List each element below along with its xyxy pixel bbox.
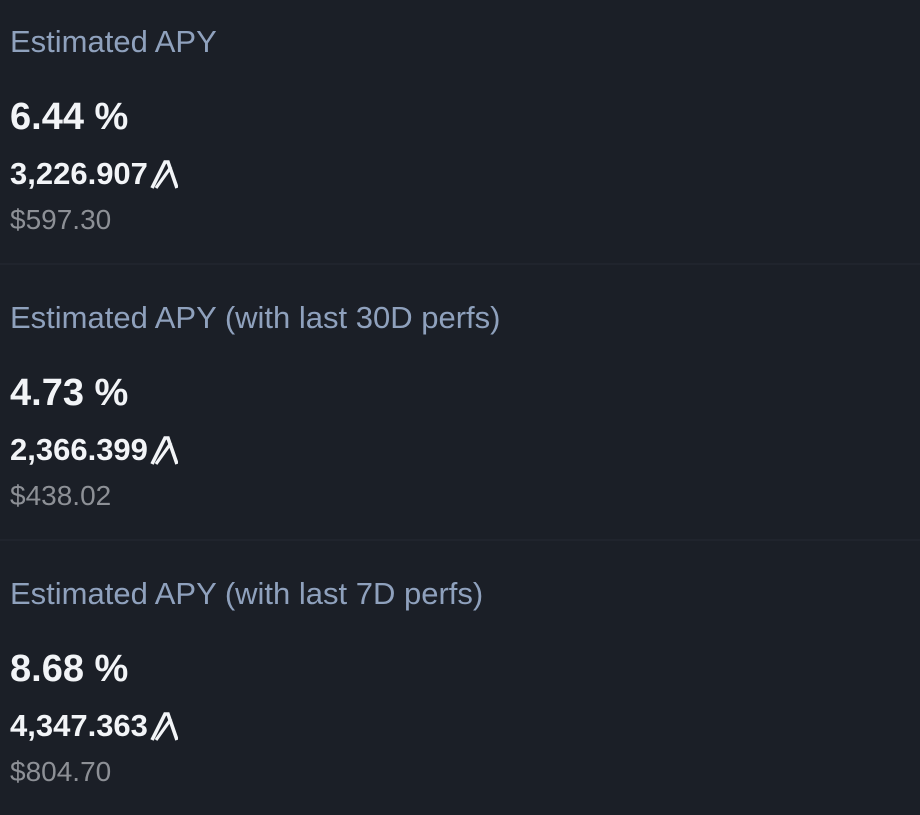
- section-divider: [0, 263, 920, 265]
- apy-usd-value: $438.02: [10, 480, 112, 511]
- section-divider: [0, 539, 920, 541]
- algorand-icon: [150, 436, 178, 465]
- apy-amount-value: 4,347.363: [10, 708, 148, 743]
- apy-amount: 4,347.363: [10, 709, 178, 743]
- apy-panel: Estimated APY 6.44 % 3,226.907 $597.30 E…: [0, 0, 920, 815]
- apy-title: Estimated APY (with last 7D perfs): [10, 576, 484, 611]
- apy-title: Estimated APY: [10, 24, 217, 59]
- algorand-icon: [150, 160, 178, 189]
- apy-block-30d: Estimated APY (with last 30D perfs) 4.73…: [0, 276, 920, 538]
- apy-block-7d: Estimated APY (with last 7D perfs) 8.68 …: [0, 552, 920, 814]
- apy-title: Estimated APY (with last 30D perfs): [10, 300, 501, 335]
- apy-usd-value: $597.30: [10, 204, 112, 235]
- apy-block-estimated: Estimated APY 6.44 % 3,226.907 $597.30: [0, 0, 920, 262]
- apy-usd-value: $804.70: [10, 756, 112, 787]
- apy-amount: 2,366.399: [10, 433, 178, 467]
- apy-amount: 3,226.907: [10, 157, 178, 191]
- apy-percent: 8.68 %: [10, 648, 129, 690]
- apy-amount-value: 3,226.907: [10, 156, 148, 191]
- apy-amount-value: 2,366.399: [10, 432, 148, 467]
- apy-percent: 4.73 %: [10, 372, 129, 414]
- apy-percent: 6.44 %: [10, 96, 129, 138]
- algorand-icon: [150, 712, 178, 741]
